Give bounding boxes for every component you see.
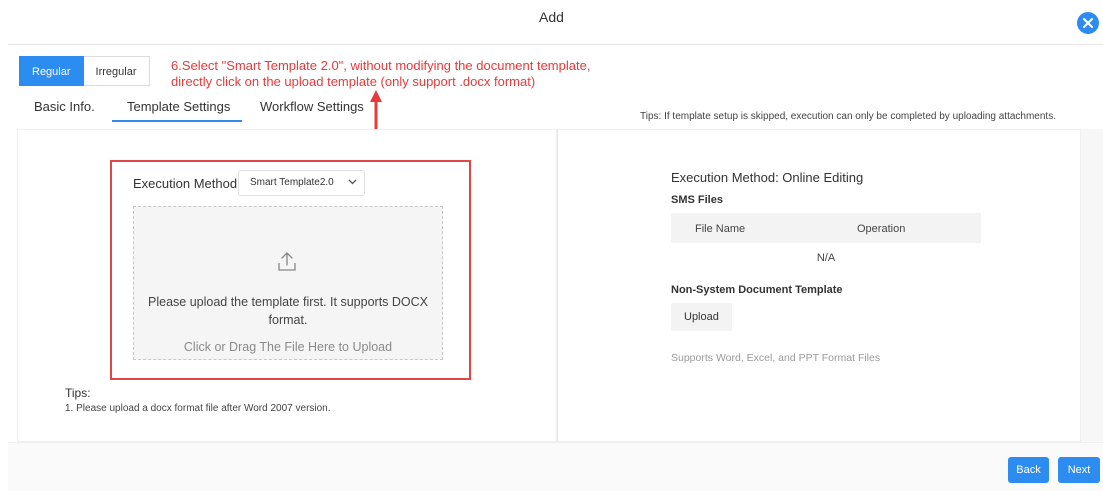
tips-line: 1. Please upload a docx format file afte… [65,403,331,414]
upload-button[interactable]: Upload [671,303,732,331]
tips-heading: Tips: [65,386,91,400]
execution-method-value: Smart Template2.0 [250,177,334,188]
dialog-footer [8,442,1103,491]
instruction-annotation: 6.Select "Smart Template 2.0", without m… [171,58,591,89]
close-button[interactable] [1077,12,1099,34]
upload-instruction: Please upload the template first. It sup… [148,295,428,327]
dialog-title: Add [539,9,564,25]
execution-method-label: Execution Method: [133,176,241,191]
active-tab-indicator [112,120,242,122]
mode-toggle: Regular Irregular [19,56,150,86]
column-file-name: File Name [695,223,746,235]
tab-workflow-settings[interactable]: Workflow Settings [260,99,364,114]
close-icon [1083,18,1093,28]
sms-files-empty: N/A [816,252,836,264]
back-button[interactable]: Back [1008,457,1049,483]
panel-gutter [1081,129,1103,442]
upload-dropzone[interactable] [133,206,443,360]
tab-template-settings[interactable]: Template Settings [127,99,230,114]
supported-formats-note: Supports Word, Excel, and PPT Format Fil… [671,352,881,364]
header-divider [8,44,1103,45]
tab-basic-info[interactable]: Basic Info. [34,99,95,114]
mode-regular-button[interactable]: Regular [19,56,84,86]
upload-drag-hint: Click or Drag The File Here to Upload [183,340,393,354]
column-operation: Operation [857,223,906,235]
sms-files-heading: SMS Files [671,194,723,206]
non-system-template-heading: Non-System Document Template [671,284,843,296]
chevron-down-icon [348,177,357,187]
mode-irregular-button[interactable]: Irregular [83,56,150,86]
execution-method-info: Execution Method: Online Editing [671,170,864,185]
next-button[interactable]: Next [1058,457,1100,483]
template-skip-tip: Tips: If template setup is skipped, exec… [640,111,1056,122]
upload-icon [278,252,296,271]
